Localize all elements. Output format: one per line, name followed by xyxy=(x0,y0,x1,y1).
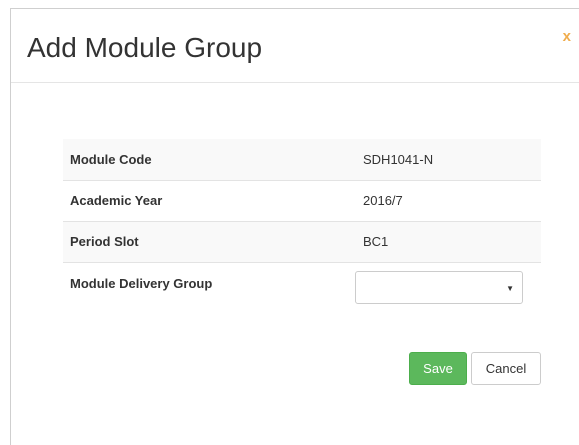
academic-year-value: 2016/7 xyxy=(356,179,541,221)
table-row: Academic Year 2016/7 xyxy=(63,179,541,221)
caret-down-icon: ▼ xyxy=(506,283,514,293)
close-icon[interactable]: x xyxy=(563,29,571,44)
module-code-label: Module Code xyxy=(63,139,356,180)
academic-year-label: Academic Year xyxy=(63,179,356,221)
save-button[interactable]: Save xyxy=(409,352,467,385)
add-module-group-dialog: Add Module Group x Module Code SDH1041-N… xyxy=(10,8,579,445)
table-row: Module Code SDH1041-N xyxy=(63,139,541,180)
dialog-title: Add Module Group xyxy=(27,32,263,63)
module-details-table: Module Code SDH1041-N Academic Year 2016… xyxy=(63,139,541,334)
period-slot-label: Period Slot xyxy=(63,220,356,262)
period-slot-value: BC1 xyxy=(356,220,541,262)
dialog-header: Add Module Group x xyxy=(11,9,579,83)
module-delivery-group-cell: ▼ xyxy=(355,261,541,334)
table-row: Module Delivery Group ▼ xyxy=(63,261,541,334)
module-delivery-group-label: Module Delivery Group xyxy=(63,261,356,334)
module-delivery-group-select[interactable]: ▼ xyxy=(355,270,523,304)
cancel-button[interactable]: Cancel xyxy=(471,352,541,385)
table-row: Period Slot BC1 xyxy=(63,220,541,262)
module-code-value: SDH1041-N xyxy=(356,139,541,180)
